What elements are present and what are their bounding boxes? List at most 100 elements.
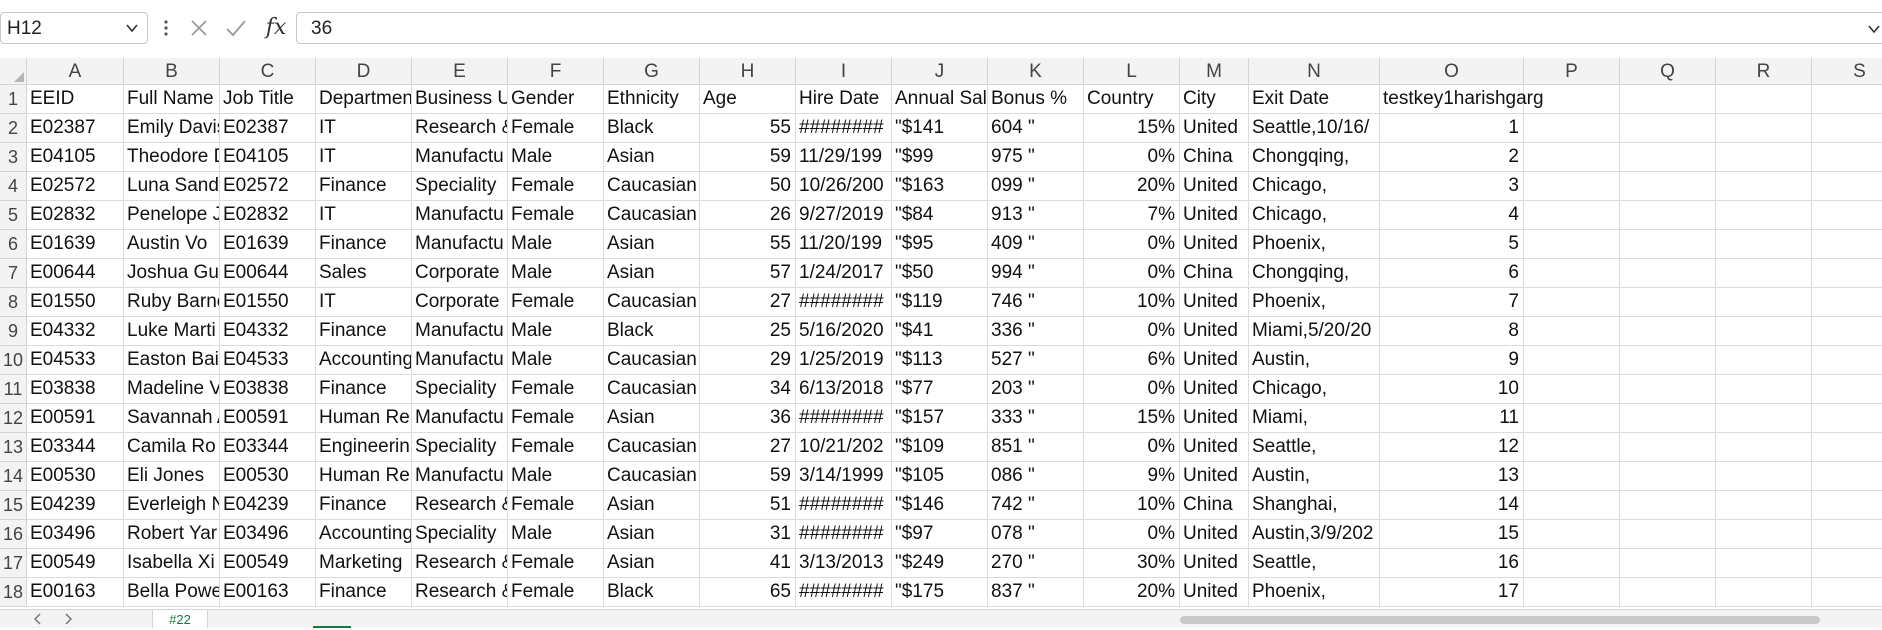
cell-f8[interactable]: Female: [508, 288, 604, 317]
cell-p7[interactable]: [1524, 259, 1620, 288]
cell-h14[interactable]: 59: [700, 462, 796, 491]
cell-a12[interactable]: E00591: [27, 404, 124, 433]
cell-n16[interactable]: Austin,3/9/202: [1249, 520, 1380, 549]
cell-j10[interactable]: "$113: [892, 346, 988, 375]
cell-c16[interactable]: E03496: [220, 520, 316, 549]
horizontal-scrollbar[interactable]: [1180, 616, 1820, 624]
cell-f1[interactable]: Gender: [508, 85, 604, 114]
cell-b18[interactable]: Bella Powe: [124, 578, 220, 607]
cell-c1[interactable]: Job Title: [220, 85, 316, 114]
cell-r2[interactable]: [1716, 114, 1812, 143]
cell-k9[interactable]: 336 ": [988, 317, 1084, 346]
cell-a3[interactable]: E04105: [27, 143, 124, 172]
cell-o4[interactable]: 3: [1380, 172, 1524, 201]
cell-d6[interactable]: Finance: [316, 230, 412, 259]
cell-r9[interactable]: [1716, 317, 1812, 346]
cell-i4[interactable]: 10/26/200: [796, 172, 892, 201]
cell-f6[interactable]: Male: [508, 230, 604, 259]
cell-a11[interactable]: E03838: [27, 375, 124, 404]
cell-s12[interactable]: [1812, 404, 1882, 433]
cell-l11[interactable]: 0%: [1084, 375, 1180, 404]
cell-o11[interactable]: 10: [1380, 375, 1524, 404]
cell-d14[interactable]: Human Re: [316, 462, 412, 491]
cell-i9[interactable]: 5/16/2020: [796, 317, 892, 346]
cell-e7[interactable]: Corporate: [412, 259, 508, 288]
cell-p9[interactable]: [1524, 317, 1620, 346]
insert-function-button[interactable]: fx: [262, 14, 290, 42]
cell-p6[interactable]: [1524, 230, 1620, 259]
cell-h6[interactable]: 55: [700, 230, 796, 259]
column-header-p[interactable]: P: [1524, 58, 1620, 85]
cell-i10[interactable]: 1/25/2019: [796, 346, 892, 375]
cell-q6[interactable]: [1620, 230, 1716, 259]
column-header-l[interactable]: L: [1084, 58, 1180, 85]
cell-e5[interactable]: Manufactu: [412, 201, 508, 230]
cell-a6[interactable]: E01639: [27, 230, 124, 259]
cell-j16[interactable]: "$97: [892, 520, 988, 549]
cell-l16[interactable]: 0%: [1084, 520, 1180, 549]
cell-l4[interactable]: 20%: [1084, 172, 1180, 201]
cell-p14[interactable]: [1524, 462, 1620, 491]
cell-m7[interactable]: China: [1180, 259, 1249, 288]
cell-h5[interactable]: 26: [700, 201, 796, 230]
cell-d9[interactable]: Finance: [316, 317, 412, 346]
cell-o9[interactable]: 8: [1380, 317, 1524, 346]
cell-m13[interactable]: United: [1180, 433, 1249, 462]
cell-j15[interactable]: "$146: [892, 491, 988, 520]
cell-j5[interactable]: "$84: [892, 201, 988, 230]
cell-q2[interactable]: [1620, 114, 1716, 143]
row-header-5[interactable]: 5: [0, 201, 27, 230]
row-header-4[interactable]: 4: [0, 172, 27, 201]
cell-k14[interactable]: 086 ": [988, 462, 1084, 491]
cell-h17[interactable]: 41: [700, 549, 796, 578]
cell-o12[interactable]: 11: [1380, 404, 1524, 433]
cell-o7[interactable]: 6: [1380, 259, 1524, 288]
cell-m9[interactable]: United: [1180, 317, 1249, 346]
cell-o3[interactable]: 2: [1380, 143, 1524, 172]
cell-p17[interactable]: [1524, 549, 1620, 578]
cell-c3[interactable]: E04105: [220, 143, 316, 172]
row-header-3[interactable]: 3: [0, 143, 27, 172]
cell-h1[interactable]: Age: [700, 85, 796, 114]
cell-a17[interactable]: E00549: [27, 549, 124, 578]
cell-g17[interactable]: Asian: [604, 549, 700, 578]
cell-e1[interactable]: Business U: [412, 85, 508, 114]
name-box[interactable]: H12: [0, 12, 148, 44]
column-header-f[interactable]: F: [508, 58, 604, 85]
cell-j17[interactable]: "$249: [892, 549, 988, 578]
cell-l5[interactable]: 7%: [1084, 201, 1180, 230]
cell-k16[interactable]: 078 ": [988, 520, 1084, 549]
cell-s6[interactable]: [1812, 230, 1882, 259]
cell-a8[interactable]: E01550: [27, 288, 124, 317]
cell-h8[interactable]: 27: [700, 288, 796, 317]
cell-l14[interactable]: 9%: [1084, 462, 1180, 491]
cell-d16[interactable]: Accounting: [316, 520, 412, 549]
cell-k18[interactable]: 837 ": [988, 578, 1084, 607]
cell-h3[interactable]: 59: [700, 143, 796, 172]
cell-h11[interactable]: 34: [700, 375, 796, 404]
cell-e3[interactable]: Manufactu: [412, 143, 508, 172]
cell-m15[interactable]: China: [1180, 491, 1249, 520]
cell-e10[interactable]: Manufactu: [412, 346, 508, 375]
cell-h18[interactable]: 65: [700, 578, 796, 607]
cell-a18[interactable]: E00163: [27, 578, 124, 607]
cell-i7[interactable]: 1/24/2017: [796, 259, 892, 288]
cell-p3[interactable]: [1524, 143, 1620, 172]
cell-q9[interactable]: [1620, 317, 1716, 346]
column-header-m[interactable]: M: [1180, 58, 1249, 85]
cell-q5[interactable]: [1620, 201, 1716, 230]
cell-p12[interactable]: [1524, 404, 1620, 433]
row-header-12[interactable]: 12: [0, 404, 27, 433]
cell-q7[interactable]: [1620, 259, 1716, 288]
cell-r10[interactable]: [1716, 346, 1812, 375]
cell-h7[interactable]: 57: [700, 259, 796, 288]
cell-h2[interactable]: 55: [700, 114, 796, 143]
cell-p5[interactable]: [1524, 201, 1620, 230]
cell-a5[interactable]: E02832: [27, 201, 124, 230]
cell-s11[interactable]: [1812, 375, 1882, 404]
column-header-c[interactable]: C: [220, 58, 316, 85]
row-header-9[interactable]: 9: [0, 317, 27, 346]
cell-p13[interactable]: [1524, 433, 1620, 462]
cell-b16[interactable]: Robert Yar: [124, 520, 220, 549]
cell-a10[interactable]: E04533: [27, 346, 124, 375]
